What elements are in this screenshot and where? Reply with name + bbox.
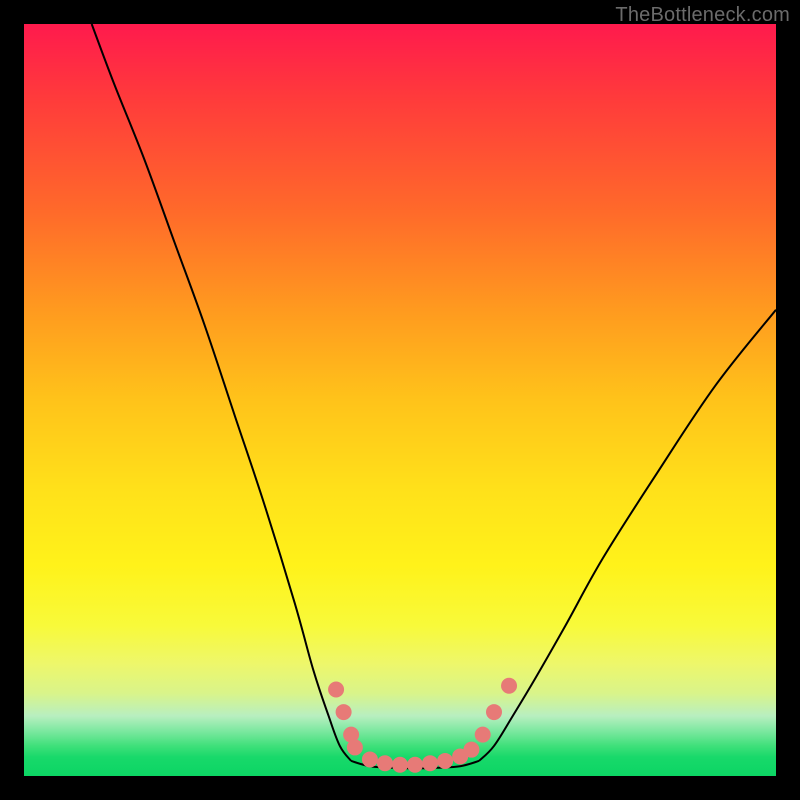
bead-marker xyxy=(347,739,363,755)
bead-marker xyxy=(486,704,502,720)
chart-svg xyxy=(24,24,776,776)
bead-marker xyxy=(362,751,378,767)
curve-left-branch xyxy=(92,24,351,761)
watermark-text: TheBottleneck.com xyxy=(615,4,790,27)
bead-marker xyxy=(475,727,491,743)
bead-marker xyxy=(328,682,344,698)
chart-plot-area xyxy=(24,24,776,776)
bead-marker xyxy=(407,757,423,773)
curve-right-branch xyxy=(479,310,776,761)
bead-marker xyxy=(437,753,453,769)
bead-marker xyxy=(501,678,517,694)
chart-frame: TheBottleneck.com xyxy=(0,0,800,800)
bead-marker xyxy=(377,755,393,771)
bead-marker xyxy=(463,742,479,758)
bead-marker xyxy=(392,757,408,773)
curve-group xyxy=(92,24,776,768)
bead-marker xyxy=(422,755,438,771)
curve-beads xyxy=(328,678,517,773)
bead-marker xyxy=(336,704,352,720)
